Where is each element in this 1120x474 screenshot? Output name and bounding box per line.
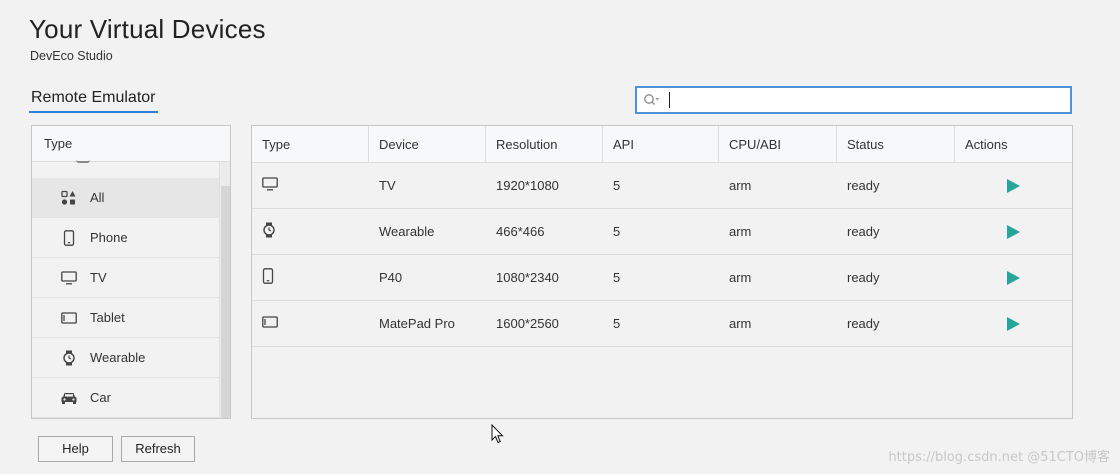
watermark: https://blog.csdn.net @51CTO博客 xyxy=(888,450,1110,465)
tablet-icon xyxy=(262,316,278,331)
device-cpu: arm xyxy=(729,316,752,331)
category-scrollbar[interactable] xyxy=(219,162,230,418)
page-subtitle: DevEco Studio xyxy=(30,49,113,63)
column-header-resolution[interactable]: Resolution xyxy=(486,126,603,162)
watch-icon xyxy=(60,349,78,367)
device-name: Wearable xyxy=(379,224,435,239)
tablet-icon xyxy=(60,309,78,327)
column-header-cpu-abi[interactable]: CPU/ABI xyxy=(719,126,837,162)
table-row[interactable]: MatePad Pro 1600*2560 5 arm ready xyxy=(252,301,1072,347)
device-cpu: arm xyxy=(729,270,752,285)
category-panel: Type All Phone TV Tablet Wearable Car xyxy=(31,125,231,419)
category-item-phone[interactable]: Phone xyxy=(32,218,219,258)
tab-remote-emulator[interactable]: Remote Emulator xyxy=(29,89,158,113)
category-header: Type xyxy=(32,126,230,162)
device-status: ready xyxy=(847,178,880,193)
category-item-wearable[interactable]: Wearable xyxy=(32,338,219,378)
column-header-type[interactable]: Type xyxy=(252,126,369,162)
column-header-actions[interactable]: Actions xyxy=(955,126,1072,162)
scrollbar-thumb[interactable] xyxy=(221,186,230,418)
help-button[interactable]: Help xyxy=(38,436,113,462)
device-status: ready xyxy=(847,224,880,239)
watch-icon xyxy=(262,222,276,241)
device-api: 5 xyxy=(613,270,621,285)
device-table: Type Device Resolution API CPU/ABI Statu… xyxy=(251,125,1073,419)
device-cpu: arm xyxy=(729,178,752,193)
category-item-tablet[interactable]: Tablet xyxy=(32,298,219,338)
play-icon[interactable] xyxy=(1007,178,1020,193)
scrolled-item-fragment xyxy=(76,160,90,163)
category-item-tv[interactable]: TV xyxy=(32,258,219,298)
category-label: All xyxy=(90,190,105,205)
device-status: ready xyxy=(847,270,880,285)
device-status: ready xyxy=(847,316,880,331)
device-cpu: arm xyxy=(729,224,752,239)
play-icon[interactable] xyxy=(1007,224,1020,239)
column-header-device[interactable]: Device xyxy=(369,126,486,162)
device-resolution: 1600*2560 xyxy=(496,316,559,331)
table-row[interactable]: P40 1080*2340 5 arm ready xyxy=(252,255,1072,301)
category-item-car[interactable]: Car xyxy=(32,378,219,418)
device-resolution: 1920*1080 xyxy=(496,178,559,193)
search-icon[interactable] xyxy=(643,92,663,108)
device-resolution: 466*466 xyxy=(496,224,545,239)
category-label: Phone xyxy=(90,230,128,245)
device-api: 5 xyxy=(613,316,621,331)
column-header-api[interactable]: API xyxy=(603,126,719,162)
tv-icon xyxy=(60,269,78,287)
search-box[interactable] xyxy=(635,86,1072,114)
play-icon[interactable] xyxy=(1007,270,1020,285)
category-item-all[interactable]: All xyxy=(32,178,219,218)
device-name: TV xyxy=(379,178,396,193)
category-label: Car xyxy=(90,390,111,405)
tv-icon xyxy=(262,177,278,194)
device-resolution: 1080*2340 xyxy=(496,270,559,285)
category-label: TV xyxy=(90,270,107,285)
device-api: 5 xyxy=(613,224,621,239)
device-name: MatePad Pro xyxy=(379,316,455,331)
play-icon[interactable] xyxy=(1007,316,1020,331)
phone-icon xyxy=(262,268,274,287)
device-name: P40 xyxy=(379,270,403,285)
phone-icon xyxy=(60,229,78,247)
table-row[interactable]: Wearable 466*466 5 arm ready xyxy=(252,209,1072,255)
table-row[interactable]: TV 1920*1080 5 arm ready xyxy=(252,163,1072,209)
refresh-button[interactable]: Refresh xyxy=(121,436,195,462)
category-label: Wearable xyxy=(90,350,146,365)
table-header: Type Device Resolution API CPU/ABI Statu… xyxy=(252,126,1072,163)
car-icon xyxy=(60,389,78,407)
column-header-status[interactable]: Status xyxy=(837,126,955,162)
grid-icon xyxy=(60,189,78,207)
search-input[interactable] xyxy=(670,88,1070,112)
category-label: Tablet xyxy=(90,310,125,325)
device-api: 5 xyxy=(613,178,621,193)
page-title: Your Virtual Devices xyxy=(29,14,266,44)
mouse-cursor-icon xyxy=(491,423,505,449)
